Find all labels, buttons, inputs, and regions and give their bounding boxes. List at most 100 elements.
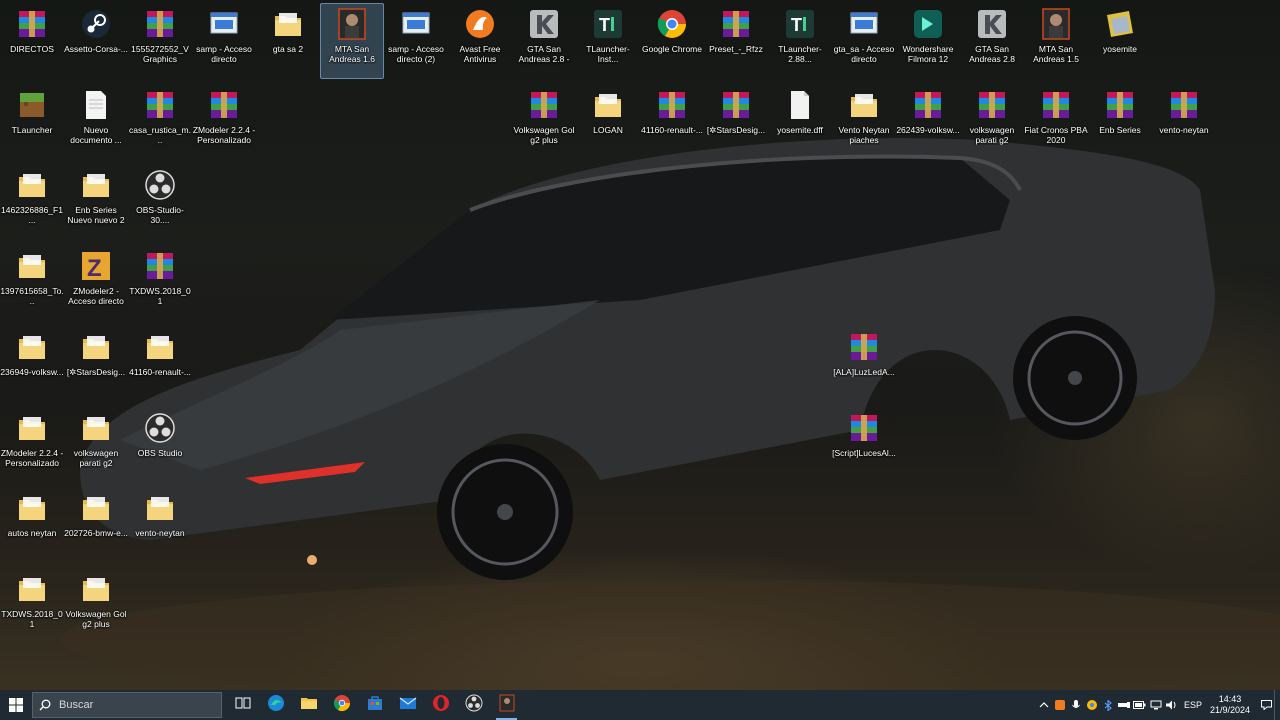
show-desktop-button[interactable]: [1274, 690, 1280, 720]
folder-icon: [79, 491, 113, 525]
network-icon[interactable]: [1148, 690, 1164, 720]
taskbar-app-file-explorer[interactable]: [292, 690, 325, 720]
desktop-icon[interactable]: yosemite: [1088, 3, 1152, 79]
steam-icon: [79, 7, 113, 41]
volume-icon[interactable]: [1164, 690, 1180, 720]
search-input[interactable]: [57, 698, 211, 712]
desktop-icon[interactable]: [✲StarsDesig...: [64, 326, 128, 402]
desktop-icon-label: [✲StarsDesig...: [66, 366, 126, 377]
desktop-icon[interactable]: Enb Series: [1088, 84, 1152, 160]
battery-icon[interactable]: [1132, 690, 1148, 720]
language-indicator[interactable]: ESP: [1184, 700, 1202, 710]
desktop-icon[interactable]: OBS-Studio-30....: [128, 164, 192, 240]
desktop-icon[interactable]: 41160-renault-...: [640, 84, 704, 160]
desktop-icon[interactable]: gta_sa - Acceso directo: [832, 3, 896, 79]
desktop-icon-label: yosemite.dff: [777, 124, 823, 135]
desktop-icon[interactable]: Fiat Cronos PBA 2020: [1024, 84, 1088, 160]
desktop-icon[interactable]: [ALA]LuzLedA...: [832, 326, 896, 402]
desktop-icon[interactable]: 262439-volksw...: [896, 84, 960, 160]
desktop-icon[interactable]: T TLauncher-Inst...: [576, 3, 640, 79]
desktop-icon[interactable]: 202726-bmw-e...: [64, 487, 128, 563]
desktop-icon[interactable]: ZModeler 2.2.4 - Personalizado: [0, 407, 64, 483]
desktop-icon-label: TLauncher-Inst...: [586, 44, 630, 64]
k-icon: [975, 7, 1009, 41]
taskbar-app-task-view[interactable]: [226, 690, 259, 720]
desktop-icon[interactable]: casa_rustica_m...: [128, 84, 192, 160]
desktop-icon-label: ZModeler2 - Acceso directo: [68, 286, 124, 307]
desktop-icon[interactable]: TXDWS.2018_01: [0, 568, 64, 644]
desktop-icon[interactable]: GTA San Andreas 2.8: [960, 3, 1024, 79]
desktop-icon[interactable]: T TLauncher-2.88...: [768, 3, 832, 79]
desktop-icon[interactable]: 236949-volksw...: [0, 326, 64, 402]
desktop-icon[interactable]: Google Chrome: [640, 3, 704, 79]
desktop-icon[interactable]: Preset_-_Rfzz: [704, 3, 768, 79]
desktop-icon[interactable]: gta sa 2: [256, 3, 320, 79]
rar-icon: [655, 88, 689, 122]
desktop-icon[interactable]: samp - Acceso directo: [192, 3, 256, 79]
bluetooth-icon[interactable]: [1100, 690, 1116, 720]
desktop-icon[interactable]: vento-neytan: [128, 487, 192, 563]
desktop-icon[interactable]: LOGAN: [576, 84, 640, 160]
desktop-icon[interactable]: GTA San Andreas 2.8 - copia: [512, 3, 576, 79]
desktop-icon[interactable]: Volkswagen Gol g2 plus: [512, 84, 576, 160]
chevron-up-icon[interactable]: [1036, 690, 1052, 720]
avast-tray-icon[interactable]: [1052, 690, 1068, 720]
desktop-icon-label: GTA San Andreas 2.8 - copia: [518, 44, 570, 65]
desktop-icon[interactable]: OBS Studio: [128, 407, 192, 483]
desktop-icon[interactable]: [✲StarsDesig...: [704, 84, 768, 160]
usb-icon[interactable]: [1116, 690, 1132, 720]
desktop-icon[interactable]: Volkswagen Gol g2 plus: [64, 568, 128, 644]
taskbar-app-mail[interactable]: [391, 690, 424, 720]
desktop-icon[interactable]: MTA San Andreas 1.6: [320, 3, 384, 79]
taskbar-app-opera[interactable]: [424, 690, 457, 720]
taskbar-app-obs[interactable]: [457, 690, 490, 720]
folder-icon: [15, 330, 49, 364]
desktop-icon[interactable]: 41160-renault-...: [128, 326, 192, 402]
desktop-icon[interactable]: TXDWS.2018_01: [128, 245, 192, 321]
taskbar-app-edge[interactable]: [259, 690, 292, 720]
chrome-tray-icon[interactable]: [1084, 690, 1100, 720]
desktop-icon[interactable]: Enb Series Nuevo nuevo 2 del 9: [64, 164, 128, 240]
desktop-icon-label: Assetto-Corsa-...: [64, 44, 128, 54]
desktop-icon[interactable]: DIRECTOS: [0, 3, 64, 79]
desktop-icon[interactable]: [Script]LucesAl...: [832, 407, 896, 483]
rar-icon: [1103, 88, 1137, 122]
desktop-icon[interactable]: Vento Neytan piaches: [832, 84, 896, 160]
desktop-icon[interactable]: 1397615658_To...: [0, 245, 64, 321]
clock[interactable]: 14:43 21/9/2024: [1208, 694, 1252, 716]
svg-text:Z: Z: [87, 255, 102, 282]
desktop-icon[interactable]: 1462326886_F1...: [0, 164, 64, 240]
desktop-icon-label: Volkswagen Gol g2 plus: [513, 124, 575, 145]
desktop-icon[interactable]: MTA San Andreas 1.5: [1024, 3, 1088, 79]
desktop-icon-label: volkswagen parati g2: [73, 447, 119, 468]
desktop-icon[interactable]: volkswagen parati g2: [960, 84, 1024, 160]
taskbar-app-chrome[interactable]: [325, 690, 358, 720]
microphone-icon[interactable]: [1068, 690, 1084, 720]
desktop-icon[interactable]: samp - Acceso directo (2): [384, 3, 448, 79]
desktop-icon[interactable]: vento-neytan: [1152, 84, 1216, 160]
desktop-icon[interactable]: volkswagen parati g2: [64, 407, 128, 483]
desktop-icon[interactable]: TLauncher: [0, 84, 64, 160]
desktop-icon[interactable]: yosemite.dff: [768, 84, 832, 160]
desktop-icon[interactable]: ZModeler 2.2.4 - Personalizado: [192, 84, 256, 160]
store-icon: [366, 694, 384, 717]
desktop-icon[interactable]: 1555272552_V Graphics: [128, 3, 192, 79]
desktop-icon[interactable]: Assetto-Corsa-...: [64, 3, 128, 79]
system-tray: ESP 14:43 21/9/2024: [1036, 690, 1280, 720]
desktop-icon[interactable]: Nuevo documento ...: [64, 84, 128, 160]
desktop-icon[interactable]: Wondershare Filmora 12: [896, 3, 960, 79]
desktop-icon-label: volkswagen parati g2: [969, 124, 1015, 145]
taskbar-search[interactable]: [32, 692, 222, 718]
start-button[interactable]: [0, 690, 32, 720]
notifications-icon[interactable]: [1258, 690, 1274, 720]
taskbar-app-mta[interactable]: [490, 690, 523, 720]
desktop-icon[interactable]: autos neytan: [0, 487, 64, 563]
folder-icon: [847, 88, 881, 122]
desktop-icon[interactable]: Z ZModeler2 - Acceso directo: [64, 245, 128, 321]
rar-icon: [143, 249, 177, 283]
taskbar-app-store[interactable]: [358, 690, 391, 720]
desktop-icon-label: 1397615658_To...: [0, 286, 64, 307]
desktop-icon-label: Preset_-_Rfzz: [709, 44, 763, 54]
desktop-icon-label: TLauncher: [11, 124, 53, 135]
desktop-icon[interactable]: Avast Free Antivirus: [448, 3, 512, 79]
